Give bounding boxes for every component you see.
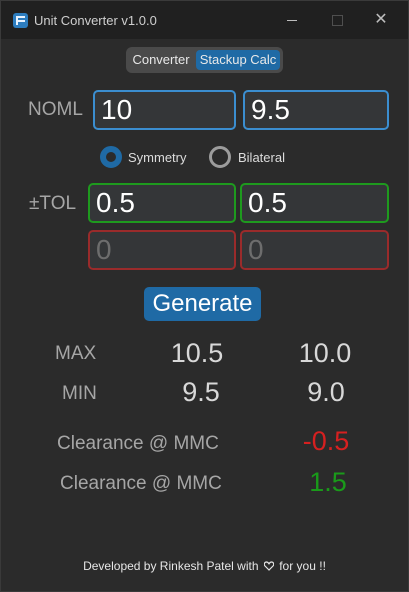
clearance-label-2: Clearance @ MMC [60, 473, 222, 494]
nominal-label: NOML [28, 99, 83, 120]
footer: Developed by Rinkesh Patel with for you … [1, 559, 408, 573]
nominal-input-1[interactable]: 10 [93, 90, 236, 130]
title-bar[interactable]: Unit Converter v1.0.0 ✕ [1, 1, 408, 39]
tolerance-label: ±TOL [29, 193, 77, 214]
bilateral-radio[interactable] [209, 146, 231, 168]
tolerance-upper-input-2[interactable]: 0.5 [240, 183, 389, 223]
footer-suffix: for you !! [279, 559, 326, 573]
symmetry-label[interactable]: Symmetry [128, 150, 187, 165]
max-value-2: 10.0 [298, 338, 352, 368]
symmetry-radio[interactable] [100, 146, 122, 168]
bilateral-label[interactable]: Bilateral [238, 150, 285, 165]
close-button[interactable]: ✕ [370, 9, 392, 31]
mode-tabs: Converter Stackup Calc [126, 47, 283, 73]
tab-stackup-calc[interactable]: Stackup Calc [196, 50, 280, 70]
max-label: MAX [55, 343, 97, 364]
min-label: MIN [62, 383, 97, 404]
window-title: Unit Converter v1.0.0 [34, 13, 157, 28]
clearance-value-2: 1.5 [309, 467, 347, 497]
footer-prefix: Developed by Rinkesh Patel with [83, 559, 259, 573]
tolerance-upper-input-1[interactable]: 0.5 [88, 183, 236, 223]
nominal-input-2[interactable]: 9.5 [243, 90, 389, 130]
heart-icon [263, 560, 275, 571]
min-value-2: 9.0 [307, 377, 345, 407]
generate-button[interactable]: Generate [144, 287, 261, 321]
tab-converter[interactable]: Converter [129, 50, 193, 70]
minimize-button[interactable] [281, 9, 303, 31]
maximize-button[interactable] [326, 9, 348, 31]
min-value-1: 9.5 [182, 377, 220, 407]
max-value-1: 10.5 [170, 338, 224, 368]
tolerance-lower-input-2[interactable]: 0 [240, 230, 389, 270]
tolerance-lower-input-1[interactable]: 0 [88, 230, 236, 270]
app-icon [13, 13, 28, 28]
clearance-value-1: -0.5 [302, 426, 350, 456]
clearance-label-1: Clearance @ MMC [57, 433, 219, 454]
app-window: Unit Converter v1.0.0 ✕ Converter Stacku… [0, 0, 409, 592]
